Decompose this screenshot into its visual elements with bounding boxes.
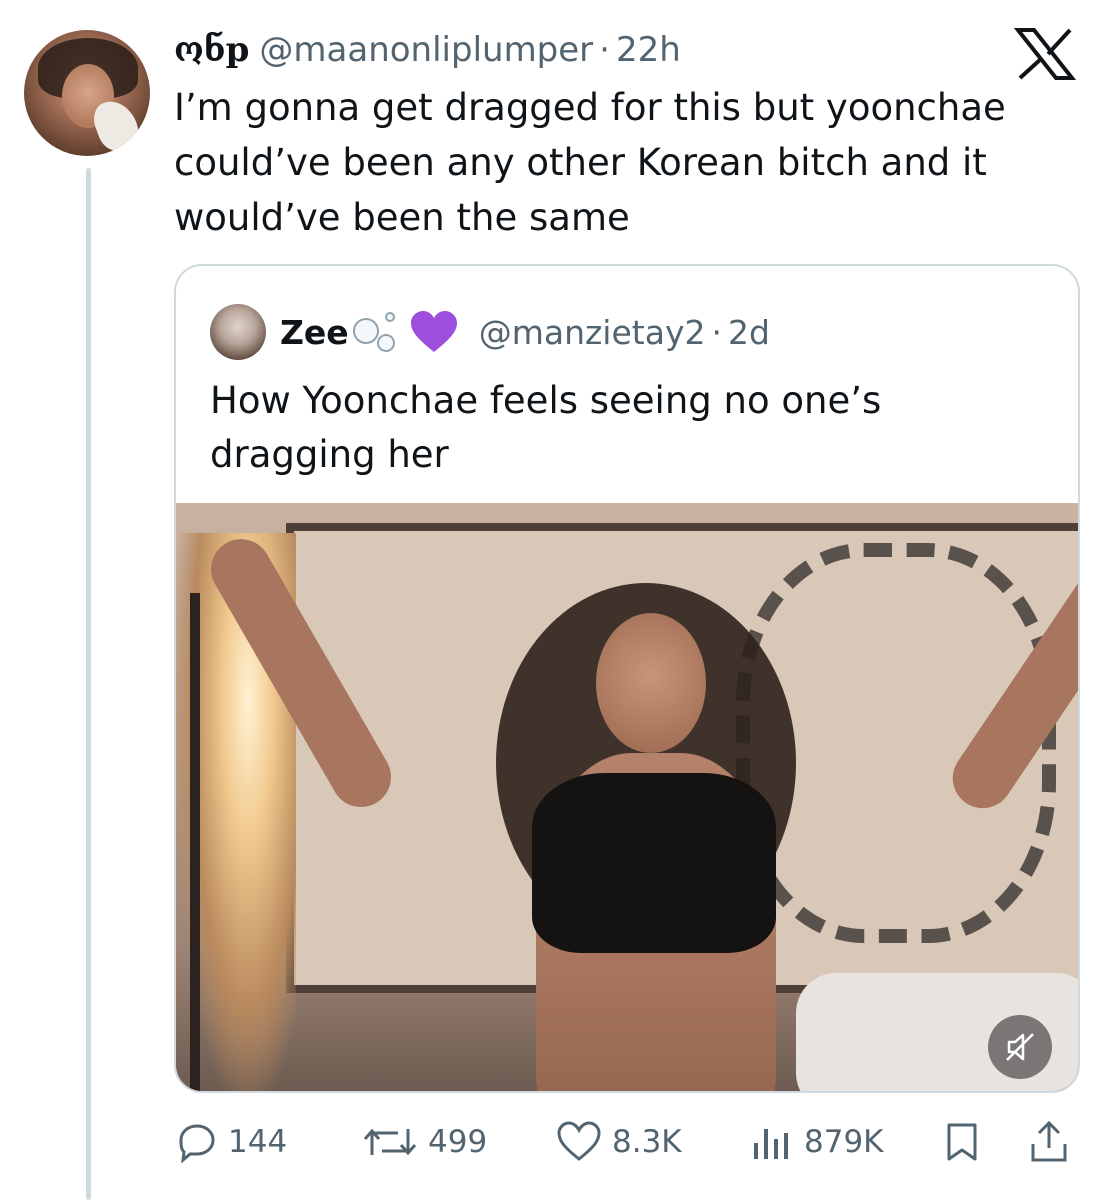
bookmark-button[interactable] (944, 1112, 990, 1172)
author-display-name[interactable]: ონp (174, 30, 249, 70)
bookmark-icon (947, 1123, 977, 1161)
bubbles-emoji-icon (351, 310, 409, 354)
like-button[interactable]: 8.3K (556, 1112, 682, 1172)
tweet-header: ონp @maanonliplumper · 22h (174, 28, 681, 72)
like-count: 8.3K (612, 1124, 682, 1160)
quoted-tweet-video[interactable] (176, 503, 1078, 1091)
repost-button[interactable]: 499 (362, 1112, 487, 1172)
tweet-text: I’m gonna get dragged for this but yoonc… (174, 86, 1006, 239)
bubble-medium (376, 334, 395, 352)
video-figure-face (596, 613, 706, 753)
quoted-tweet-text: How Yoonchae feels seeing no one’s dragg… (210, 379, 882, 476)
share-icon (1031, 1120, 1067, 1162)
quoted-author-display-name[interactable]: Zee (280, 313, 349, 352)
quoted-tweet-timestamp[interactable]: 2d (728, 313, 770, 352)
video-figure-top (532, 773, 776, 953)
bubble-small (384, 312, 395, 322)
quoted-separator-dot: · (711, 312, 722, 352)
views-count: 879K (804, 1124, 884, 1160)
author-avatar[interactable] (24, 30, 150, 156)
share-button[interactable] (1028, 1112, 1080, 1172)
views-button[interactable]: 879K (750, 1112, 884, 1172)
like-icon (557, 1121, 601, 1161)
author-handle[interactable]: @maanonliplumper (259, 30, 593, 70)
purple-heart-emoji-icon (410, 311, 457, 352)
views-icon (754, 1129, 788, 1159)
bubble-large (352, 318, 379, 344)
quoted-tweet-card[interactable]: Zee @manzietay2 · 2d How Yoonchae feels … (174, 264, 1080, 1093)
separator-dot: · (599, 30, 610, 70)
repost-count: 499 (428, 1124, 488, 1160)
x-logo-icon[interactable] (1012, 26, 1078, 82)
repost-icon (363, 1128, 417, 1156)
mute-button[interactable] (988, 1015, 1052, 1079)
thread-line (86, 168, 91, 1200)
tweet-action-bar: 144 499 8.3K 879K (0, 1112, 1106, 1172)
reply-button[interactable]: 144 (176, 1112, 287, 1172)
quoted-author-avatar[interactable] (210, 304, 266, 360)
video-lamp-pole (190, 593, 200, 1091)
mute-icon (1006, 1033, 1034, 1061)
quoted-tweet-header: Zee @manzietay2 · 2d (280, 306, 770, 358)
reply-icon (179, 1124, 215, 1163)
tweet-timestamp[interactable]: 22h (616, 30, 681, 70)
reply-count: 144 (228, 1124, 288, 1160)
quoted-author-handle[interactable]: @manzietay2 (479, 313, 706, 352)
